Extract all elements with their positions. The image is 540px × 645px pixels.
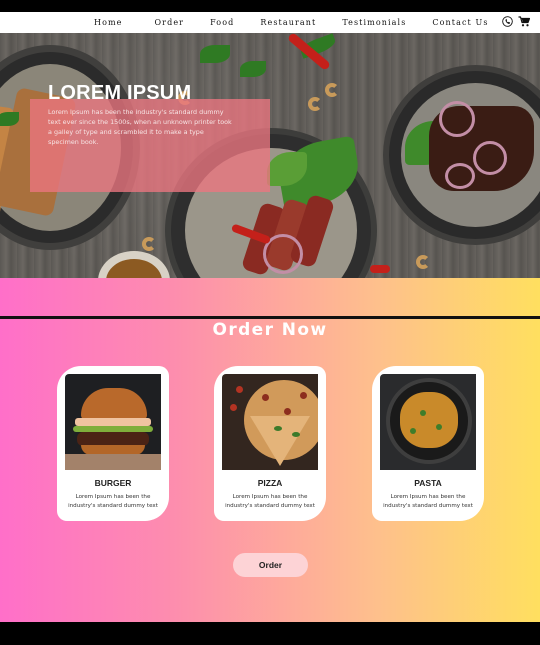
nav-link-contact-us[interactable]: Contact Us <box>432 18 488 27</box>
nav-link-home[interactable]: Home <box>94 18 123 27</box>
pizza-image <box>222 374 318 470</box>
hero-banner <box>0 33 540 278</box>
section-divider <box>0 316 540 319</box>
card-title: PIZZA <box>257 478 283 488</box>
nav-link-testimonials[interactable]: Testimonials <box>342 18 406 27</box>
card-description: Lorem Ipsum has been the industry's stan… <box>68 494 158 509</box>
hero-description: Lorem Ipsum has been the industry's stan… <box>48 108 232 146</box>
nav-link-food[interactable]: Food <box>210 18 234 27</box>
menu-card-pizza[interactable]: PIZZA Lorem Ipsum has been the industry'… <box>214 366 326 521</box>
card-description: Lorem Ipsum has been the industry's stan… <box>225 494 315 509</box>
card-title: PASTA <box>414 478 442 488</box>
order-section: Order Now BURGER Lorem Ipsum has been th… <box>0 278 540 622</box>
hero-sauce-bowl <box>98 251 170 278</box>
footer-black-bar <box>0 622 540 645</box>
burger-image <box>65 374 161 470</box>
phone-icon[interactable] <box>502 16 513 27</box>
hero-plate-right <box>383 65 540 245</box>
nav-icons <box>502 16 530 27</box>
top-black-bar <box>0 0 540 12</box>
hero-title: LOREM IPSUM <box>48 82 192 104</box>
order-button[interactable]: Order <box>233 553 308 577</box>
menu-card-pasta[interactable]: PASTA Lorem Ipsum has been the industry'… <box>372 366 484 521</box>
cart-icon[interactable] <box>518 16 530 27</box>
order-title: Order Now <box>212 320 328 340</box>
nav-link-order[interactable]: Order <box>155 18 185 27</box>
nav-link-restaurant[interactable]: Restaurant <box>260 18 316 27</box>
nav-links: Home Order Food Restaurant Testimonials … <box>94 12 489 33</box>
card-description: Lorem Ipsum has been the industry's stan… <box>383 494 473 509</box>
navbar: Home Order Food Restaurant Testimonials … <box>0 12 540 33</box>
pasta-image <box>380 374 476 470</box>
card-title: BURGER <box>94 478 132 488</box>
menu-card-burger[interactable]: BURGER Lorem Ipsum has been the industry… <box>57 366 169 521</box>
